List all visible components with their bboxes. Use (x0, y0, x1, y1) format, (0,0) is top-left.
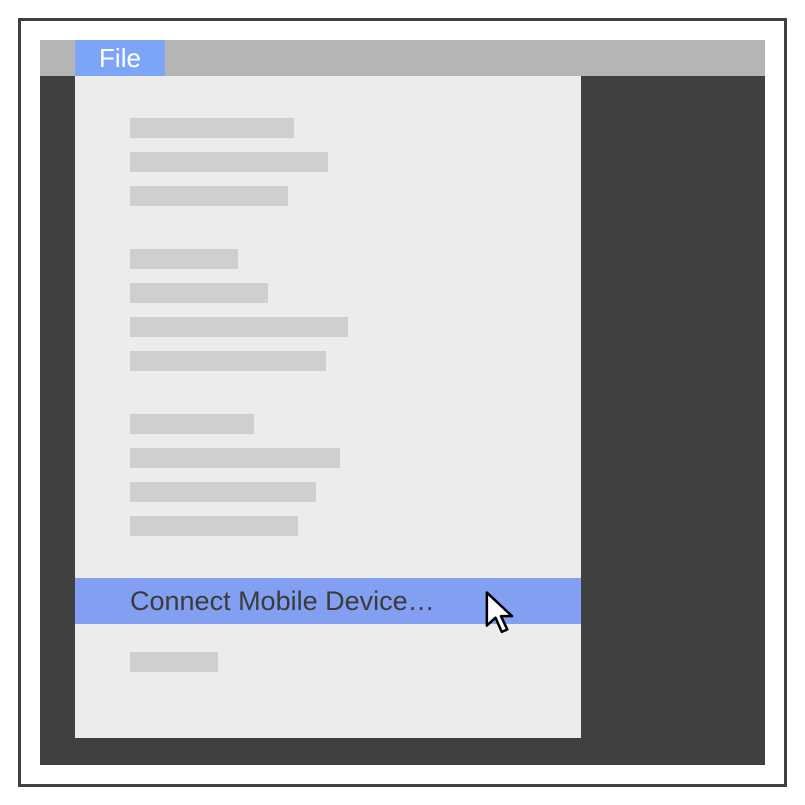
app-content-area: File Connect Mobile Device… (40, 40, 765, 765)
menubar-item-file-label: File (99, 43, 141, 74)
menu-item-placeholder[interactable] (130, 414, 254, 434)
app-window-frame: File Connect Mobile Device… (18, 18, 787, 787)
menu-item-placeholder[interactable] (130, 652, 218, 672)
menu-item-placeholder[interactable] (130, 482, 316, 502)
menu-item-placeholder[interactable] (130, 317, 348, 337)
menubar: File (40, 40, 765, 76)
menu-item-placeholder[interactable] (130, 118, 294, 138)
menubar-item-file[interactable]: File (75, 40, 165, 76)
menu-item-placeholder[interactable] (130, 249, 238, 269)
menu-item-placeholder[interactable] (130, 152, 328, 172)
menu-item-placeholder[interactable] (130, 516, 298, 536)
menu-item-placeholder[interactable] (130, 448, 340, 468)
cursor-pointer-icon (484, 591, 518, 635)
file-dropdown-menu: Connect Mobile Device… (75, 76, 581, 738)
menu-item-placeholder[interactable] (130, 283, 268, 303)
menu-item-label: Connect Mobile Device… (130, 586, 435, 617)
menu-item-placeholder[interactable] (130, 186, 288, 206)
menu-item-placeholder[interactable] (130, 351, 326, 371)
